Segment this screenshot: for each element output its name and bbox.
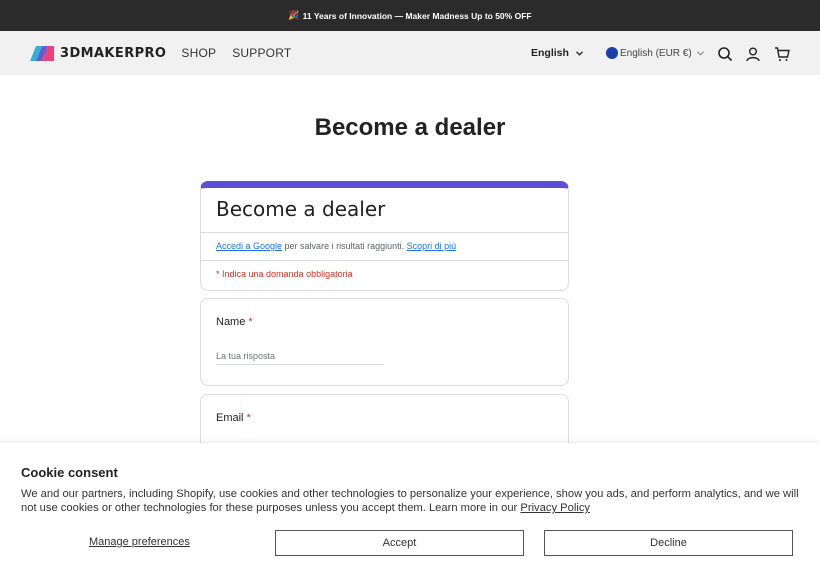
required-marker: * [248, 316, 253, 328]
announcement-bar[interactable]: 🎉 11 Years of Innovation — Maker Madness… [0, 0, 820, 31]
decline-button[interactable]: Decline [544, 530, 793, 556]
site-header: 3DMAKERPRO SHOP SUPPORT English English … [0, 31, 820, 75]
cart-icon[interactable] [774, 46, 790, 62]
account-icon[interactable] [745, 46, 761, 62]
chevron-down-icon [696, 50, 704, 56]
question-label: Email * [201, 395, 568, 424]
cookie-text: We and our partners, including Shopify, … [21, 487, 806, 515]
cookie-body: We and our partners, including Shopify, … [21, 488, 799, 514]
chevron-down-icon [575, 50, 583, 56]
language-label: English [531, 47, 569, 59]
page-title: Become a dealer [314, 114, 506, 141]
form-title: Become a dealer [216, 197, 386, 221]
name-input[interactable]: La tua risposta [216, 351, 384, 365]
nav-support[interactable]: SUPPORT [232, 46, 291, 60]
search-icon[interactable] [717, 46, 733, 62]
announcement-text: 11 Years of Innovation — Maker Madness U… [302, 10, 532, 21]
language-selector[interactable]: English [531, 47, 583, 59]
required-marker: * [246, 412, 251, 424]
logo-mark-icon [30, 45, 54, 61]
question-label: Name * [201, 299, 568, 328]
question-card-name: Name * La tua risposta [200, 298, 569, 386]
signin-row: Accedi a Google per salvare i risultati … [201, 232, 568, 260]
currency-label: English (EUR €) [620, 47, 692, 59]
currency-selector[interactable]: English (EUR €) [606, 47, 704, 59]
cookie-title: Cookie consent [21, 465, 118, 480]
name-label: Name [216, 316, 246, 328]
logo-text: 3DMAKERPRO [60, 45, 167, 61]
signin-link[interactable]: Accedi a Google [216, 241, 282, 251]
manage-preferences-link[interactable]: Manage preferences [89, 536, 190, 548]
party-icon: 🎉 [288, 10, 300, 20]
email-label: Email [216, 412, 244, 424]
main-nav: SHOP SUPPORT [181, 46, 307, 60]
required-note: * Indica una domanda obbligatoria [201, 260, 568, 279]
learn-more-link[interactable]: Scopri di più [407, 241, 457, 251]
nav-shop[interactable]: SHOP [181, 46, 216, 60]
privacy-policy-link[interactable]: Privacy Policy [520, 502, 590, 514]
signin-text: per salvare i risultati raggiunti. [282, 241, 407, 251]
eu-flag-icon [606, 47, 618, 59]
logo[interactable]: 3DMAKERPRO [30, 45, 167, 61]
cookie-banner: Cookie consent We and our partners, incl… [0, 443, 820, 577]
form-header-card: Become a dealer Accedi a Google per salv… [200, 181, 569, 291]
accept-button[interactable]: Accept [275, 530, 524, 556]
